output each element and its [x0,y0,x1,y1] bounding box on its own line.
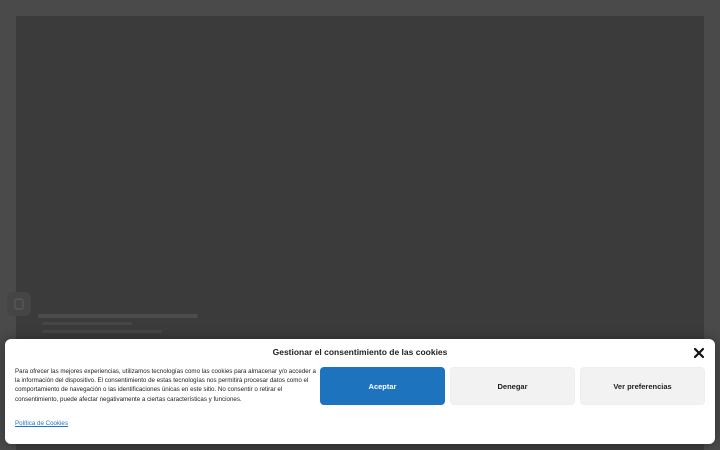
background-text-line [42,330,162,333]
deny-button[interactable]: Denegar [450,367,575,405]
cookie-policy-link[interactable]: Política de Cookies [15,420,68,427]
banner-title: Gestionar el consentimiento de las cooki… [272,347,448,357]
background-widget-icon [7,292,31,316]
background-text-line [42,322,132,325]
accept-button[interactable]: Aceptar [320,367,445,405]
preferences-button[interactable]: Ver preferencias [580,367,705,405]
cookie-consent-banner: Gestionar el consentimiento de las cooki… [5,339,715,444]
chat-icon [14,298,24,310]
background-divider [38,314,198,318]
close-icon [693,347,705,359]
close-button[interactable] [693,346,705,359]
consent-message: Para ofrecer las mejores experiencias, u… [15,368,316,403]
